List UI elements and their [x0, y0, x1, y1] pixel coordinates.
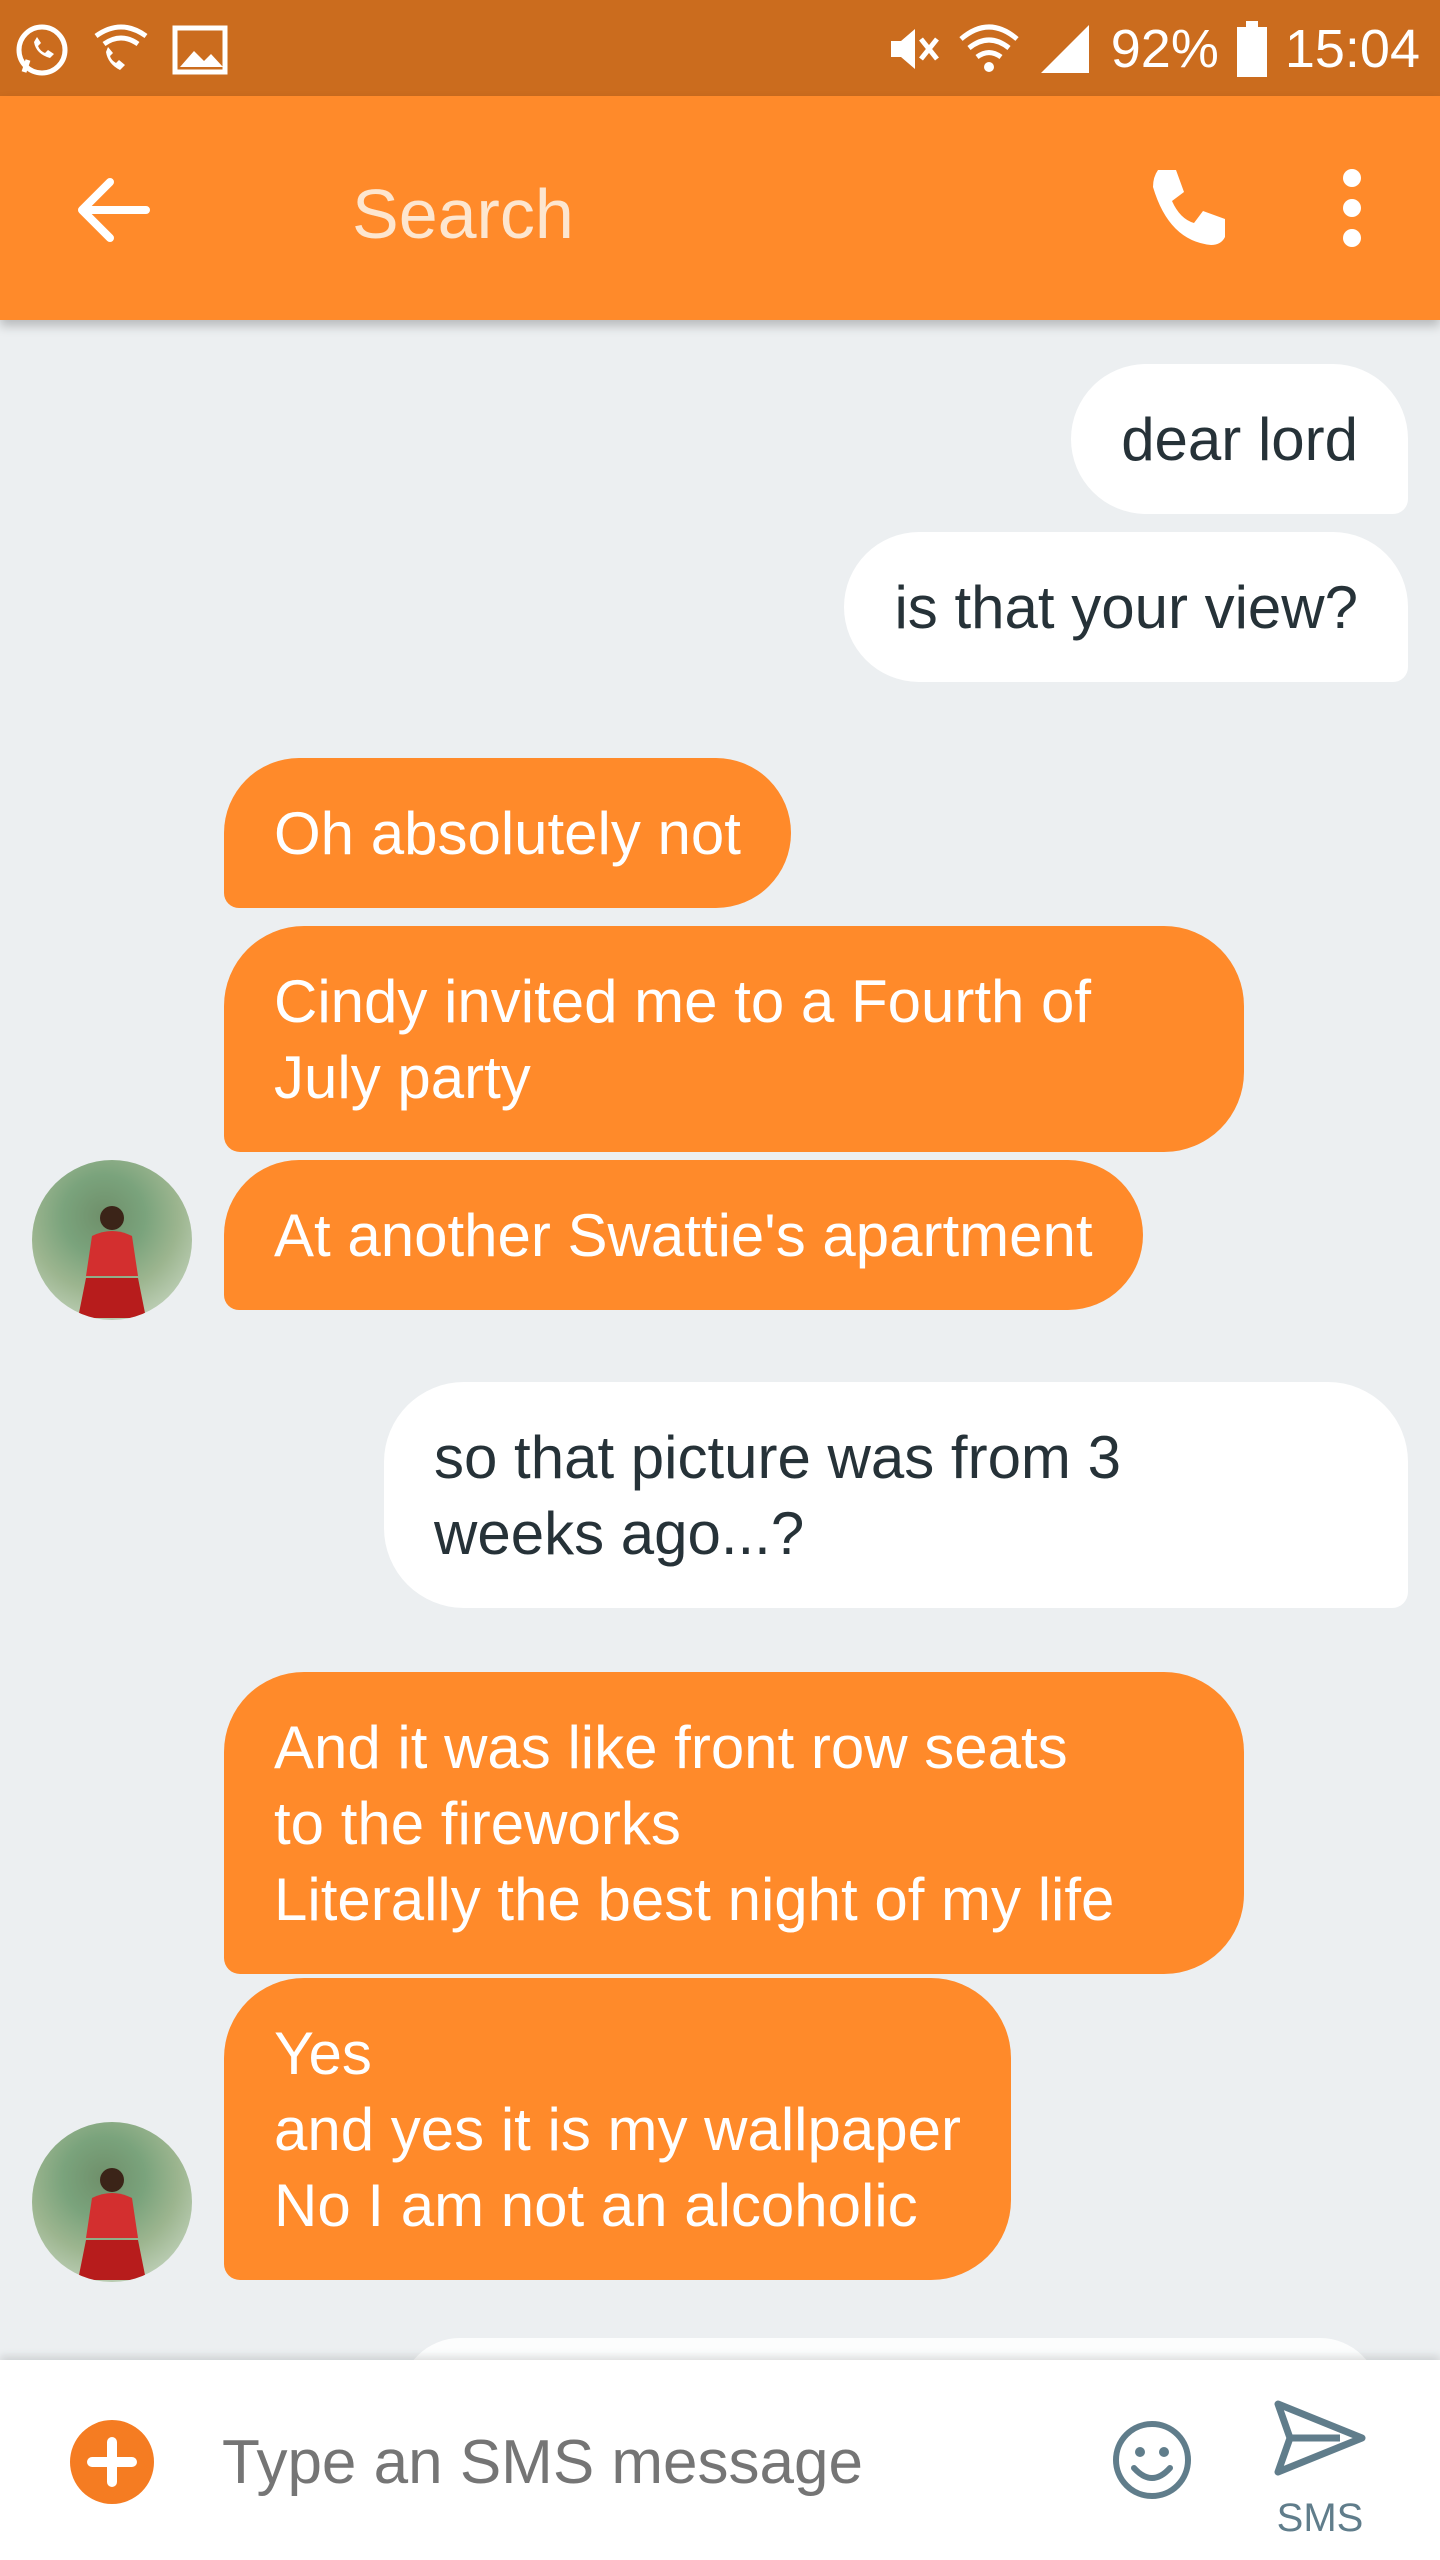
- whatsapp-icon: [16, 24, 68, 76]
- search-title[interactable]: Search: [352, 174, 574, 254]
- status-bar: 92% 15:04: [0, 0, 1440, 96]
- message-incoming[interactable]: And it was like front row seats to the f…: [224, 1672, 1244, 1974]
- send-icon: [1274, 2400, 1366, 2476]
- battery-percent: 92%: [1110, 19, 1219, 79]
- app-bar: Search: [0, 96, 1440, 320]
- battery-icon: [1236, 21, 1267, 77]
- message-outgoing[interactable]: is that your view?: [844, 532, 1408, 682]
- message-incoming[interactable]: At another Swattie's apartment: [224, 1160, 1143, 1310]
- wifi-call-icon: [94, 24, 148, 70]
- add-icon: [87, 2437, 137, 2487]
- contact-photo: [78, 1206, 146, 1318]
- message-incoming[interactable]: Yes and yes it is my wallpaper No I am n…: [224, 1978, 1011, 2280]
- contact-photo: [78, 2168, 146, 2280]
- composer: SMS: [0, 2360, 1440, 2560]
- message-outgoing[interactable]: so that picture was from 3 weeks ago...?: [384, 1382, 1408, 1608]
- avatar[interactable]: [32, 2122, 192, 2282]
- send-label: SMS: [1276, 2496, 1364, 2540]
- message-outgoing[interactable]: dear lord: [1071, 364, 1408, 514]
- image-icon: [172, 25, 228, 75]
- message-incoming[interactable]: Oh absolutely not: [224, 758, 791, 908]
- send-button[interactable]: SMS: [1270, 2396, 1370, 2546]
- back-arrow-icon[interactable]: [70, 168, 154, 252]
- signal-icon: [1040, 25, 1089, 73]
- wifi-icon: [959, 24, 1019, 72]
- message-list[interactable]: dear lord is that your view? Oh absolute…: [0, 320, 1440, 2360]
- clock: 15:04: [1284, 19, 1420, 79]
- add-attachment-button[interactable]: [70, 2420, 154, 2504]
- message-incoming[interactable]: Cindy invited me to a Fourth of July par…: [224, 926, 1244, 1152]
- emoji-icon[interactable]: [1110, 2418, 1194, 2502]
- more-vert-icon[interactable]: [1322, 162, 1382, 254]
- avatar[interactable]: [32, 1160, 192, 1320]
- mute-icon: [890, 29, 939, 69]
- message-input[interactable]: [222, 2418, 1042, 2508]
- phone-icon[interactable]: [1140, 162, 1232, 254]
